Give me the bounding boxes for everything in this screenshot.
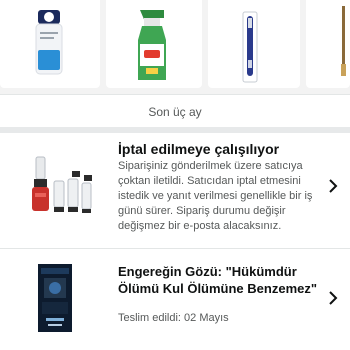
lotion-bottle-icon	[35, 10, 63, 75]
order-status-title: İptal edilmeye çalışılıyor	[118, 141, 280, 157]
order-product-title: Engereğin Gözü: "Hükümdür Ölümü Kul Ölüm…	[118, 264, 318, 296]
order-item-cancellation[interactable]: İptal edilmeye çalışılıyor Siparişiniz g…	[0, 133, 350, 248]
order-item-book[interactable]: Engereğin Gözü: "Hükümdür Ölümü Kul Ölüm…	[0, 249, 350, 350]
recent-products-strip	[0, 0, 350, 95]
recent-product-toothbrush[interactable]	[208, 0, 300, 88]
recent-product-lotion[interactable]	[0, 0, 100, 88]
order-status-description: Siparişiniz gönderilmek üzere satıcıya ç…	[118, 160, 313, 232]
blender-set-icon	[32, 156, 92, 213]
book-cover-icon	[38, 264, 72, 332]
delivery-status: Teslim edildi: 02 Mayıs	[118, 312, 229, 324]
section-header: Son üç ay	[0, 95, 350, 128]
brush-icon	[341, 6, 346, 76]
chevron-right-icon	[329, 179, 338, 193]
section-title: Son üç ay	[148, 105, 202, 119]
toothbrush-icon	[242, 11, 258, 83]
chevron-right-icon	[329, 291, 338, 305]
spray-cleaner-icon	[138, 10, 166, 80]
recent-product-brush[interactable]	[306, 0, 350, 88]
recent-product-spray[interactable]	[106, 0, 202, 88]
